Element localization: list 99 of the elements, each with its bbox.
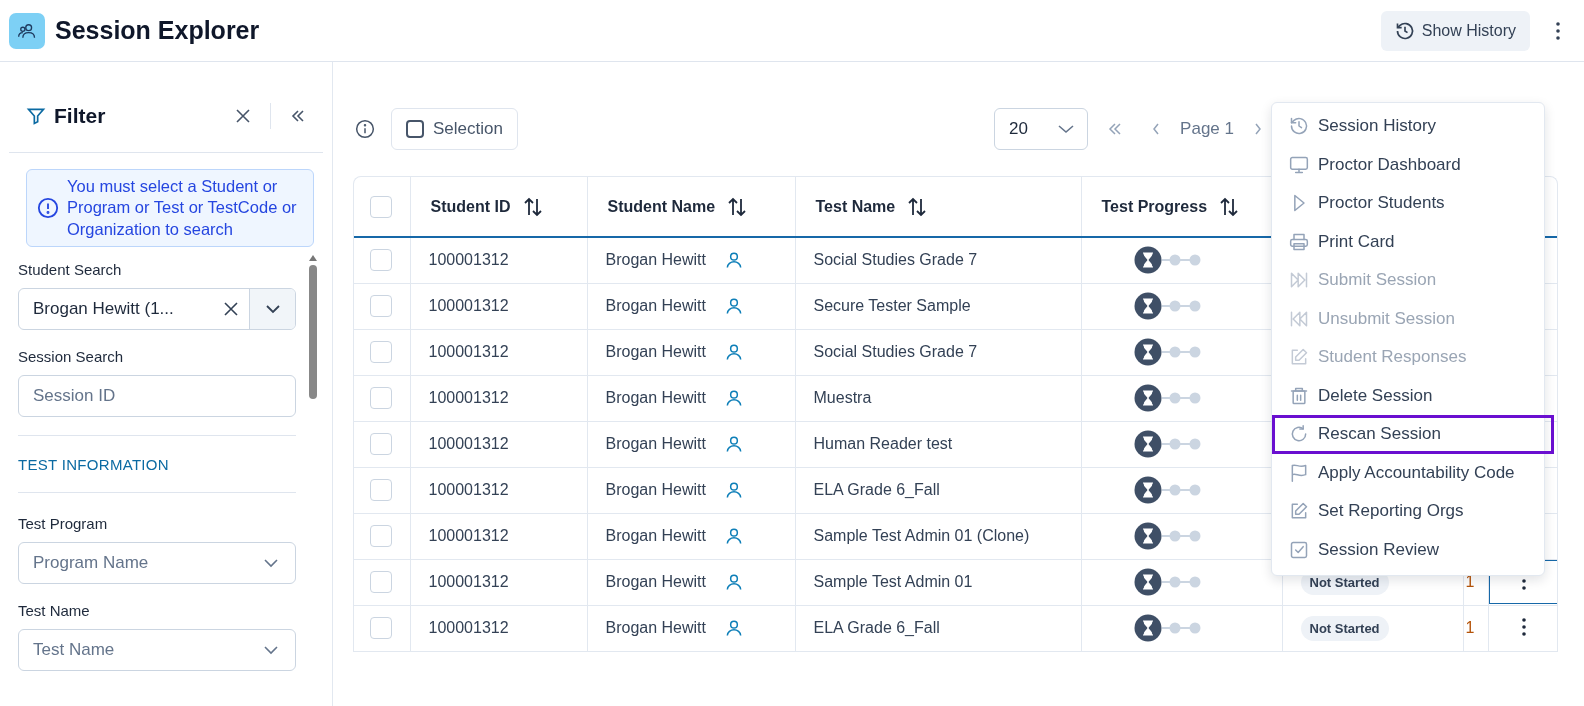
table-cell: Brogan Hewitt — [605, 251, 706, 270]
info-icon[interactable] — [355, 119, 375, 139]
person-icon[interactable] — [724, 250, 744, 271]
table-cell: Brogan Hewitt — [605, 527, 706, 545]
status-badge: Not Started — [1300, 616, 1389, 641]
alert-icon — [37, 197, 59, 220]
person-icon[interactable] — [724, 388, 744, 408]
select-all-checkbox[interactable] — [370, 195, 392, 218]
chevron-down-icon — [263, 645, 279, 656]
field-label: Session Search — [18, 348, 125, 366]
menu-item[interactable]: Apply Accountability Code — [1272, 453, 1544, 492]
table-cell: 100001312 — [428, 251, 509, 269]
printer-icon — [1289, 231, 1309, 252]
person-icon[interactable] — [724, 572, 744, 592]
trash-icon — [1289, 385, 1309, 406]
column-header[interactable]: Student ID — [430, 197, 511, 216]
column-header[interactable]: Test Progress — [1101, 197, 1208, 216]
monitor-icon — [1289, 154, 1309, 175]
menu-item[interactable]: Session History — [1272, 107, 1544, 146]
close-icon[interactable] — [234, 107, 252, 125]
table-cell: 100001312 — [428, 619, 509, 636]
table-cell: Brogan Hewitt — [605, 343, 706, 361]
field-label: Test Program — [18, 515, 109, 533]
row-checkbox[interactable] — [370, 479, 392, 501]
table-cell: Brogan Hewitt — [605, 573, 706, 591]
page-title: Session Explorer — [55, 16, 260, 45]
section-heading: TEST INFORMATION — [18, 456, 170, 474]
filter-title: Filter — [54, 104, 106, 128]
column-header[interactable]: Student Name — [607, 197, 716, 216]
sort-icon[interactable] — [1219, 196, 1240, 217]
menu-item[interactable]: Proctor Dashboard — [1272, 145, 1544, 184]
field-label: Test Name — [18, 602, 91, 620]
scrollbar-thumb[interactable] — [309, 265, 317, 400]
row-checkbox[interactable] — [370, 387, 392, 409]
chevron-down-icon[interactable] — [264, 304, 281, 315]
table-cell: 100001312 — [428, 297, 509, 314]
collapse-icon[interactable] — [289, 108, 307, 124]
row-checkbox[interactable] — [370, 571, 392, 593]
notice-text: You must select a Student or Program or Test or TestCode or Organization to search — [67, 176, 298, 240]
menu-item[interactable]: Proctor Students — [1272, 184, 1544, 223]
person-icon[interactable] — [724, 618, 744, 638]
clear-icon[interactable] — [223, 301, 239, 318]
table-cell: Human Reader test — [813, 435, 953, 452]
test-name-dropdown[interactable]: Test Name — [18, 629, 296, 672]
person-icon[interactable] — [724, 296, 744, 316]
show-history-button[interactable]: Show History — [1380, 10, 1530, 51]
table-cell: Brogan Hewitt — [605, 619, 706, 637]
table-cell: Brogan Hewitt — [605, 481, 706, 499]
people-icon — [9, 12, 45, 49]
history-icon — [1394, 20, 1415, 41]
table-cell: 100001312 — [428, 435, 509, 452]
session-search-field[interactable]: Session ID — [18, 375, 296, 418]
menu-item[interactable]: Set Reporting Orgs — [1272, 492, 1544, 531]
table-cell: Muestra — [813, 389, 872, 406]
person-icon[interactable] — [724, 434, 744, 454]
table-cell: 1 — [1465, 619, 1475, 636]
menu-item[interactable]: Rescan Session — [1272, 415, 1554, 454]
sort-icon[interactable] — [522, 196, 543, 217]
table-cell: Sample Test Admin 01 — [813, 573, 973, 590]
row-checkbox[interactable] — [370, 341, 392, 363]
table-cell: ELA Grade 6_Fall — [813, 619, 940, 636]
menu-item[interactable]: Print Card — [1272, 222, 1544, 261]
person-icon[interactable] — [724, 342, 744, 362]
page-size-dropdown[interactable]: 20 — [994, 108, 1089, 150]
table-cell: ELA Grade 6_Fall — [813, 481, 940, 498]
column-header[interactable]: Test Name — [815, 197, 896, 216]
table-cell: 100001312 — [428, 573, 509, 590]
checkbox-icon — [1289, 539, 1309, 560]
table-cell: 100001312 — [428, 527, 509, 544]
selection-button[interactable]: Selection — [391, 108, 518, 150]
test-program-dropdown[interactable]: Program Name — [18, 542, 296, 585]
row-checkbox[interactable] — [370, 433, 392, 455]
chevron-down-icon — [1057, 124, 1076, 134]
field-label: Student Search — [18, 261, 123, 279]
table-cell: 100001312 — [428, 389, 509, 406]
sort-icon[interactable] — [907, 196, 928, 217]
table-cell: Brogan Hewitt — [605, 297, 706, 315]
table-cell: Secure Tester Sample — [813, 297, 971, 314]
table-cell: Sample Test Admin 01 (Clone) — [813, 527, 1030, 544]
menu-item[interactable]: Session Review — [1272, 530, 1544, 569]
row-checkbox[interactable] — [370, 525, 392, 547]
menu-item[interactable]: Delete Session — [1272, 376, 1544, 415]
table-cell: 100001312 — [428, 343, 509, 360]
history-icon — [1289, 116, 1309, 137]
row-checkbox[interactable] — [370, 249, 392, 272]
flag-icon — [1289, 462, 1309, 483]
table-cell: Social Studies Grade 7 — [813, 343, 978, 360]
table-cell: 100001312 — [428, 481, 509, 498]
chevron-down-icon — [263, 558, 279, 569]
person-icon[interactable] — [724, 480, 744, 500]
row-checkbox[interactable] — [370, 617, 392, 639]
table-cell: Brogan Hewitt — [605, 389, 706, 407]
table-cell: Social Studies Grade 7 — [813, 251, 978, 269]
student-search-field[interactable]: Brogan Hewitt (1... — [18, 288, 296, 331]
person-icon[interactable] — [724, 526, 744, 546]
page-indicator: Page 1 — [1180, 119, 1234, 139]
row-checkbox[interactable] — [370, 295, 392, 317]
table-cell: Brogan Hewitt — [605, 435, 706, 453]
sort-icon[interactable] — [727, 196, 748, 217]
